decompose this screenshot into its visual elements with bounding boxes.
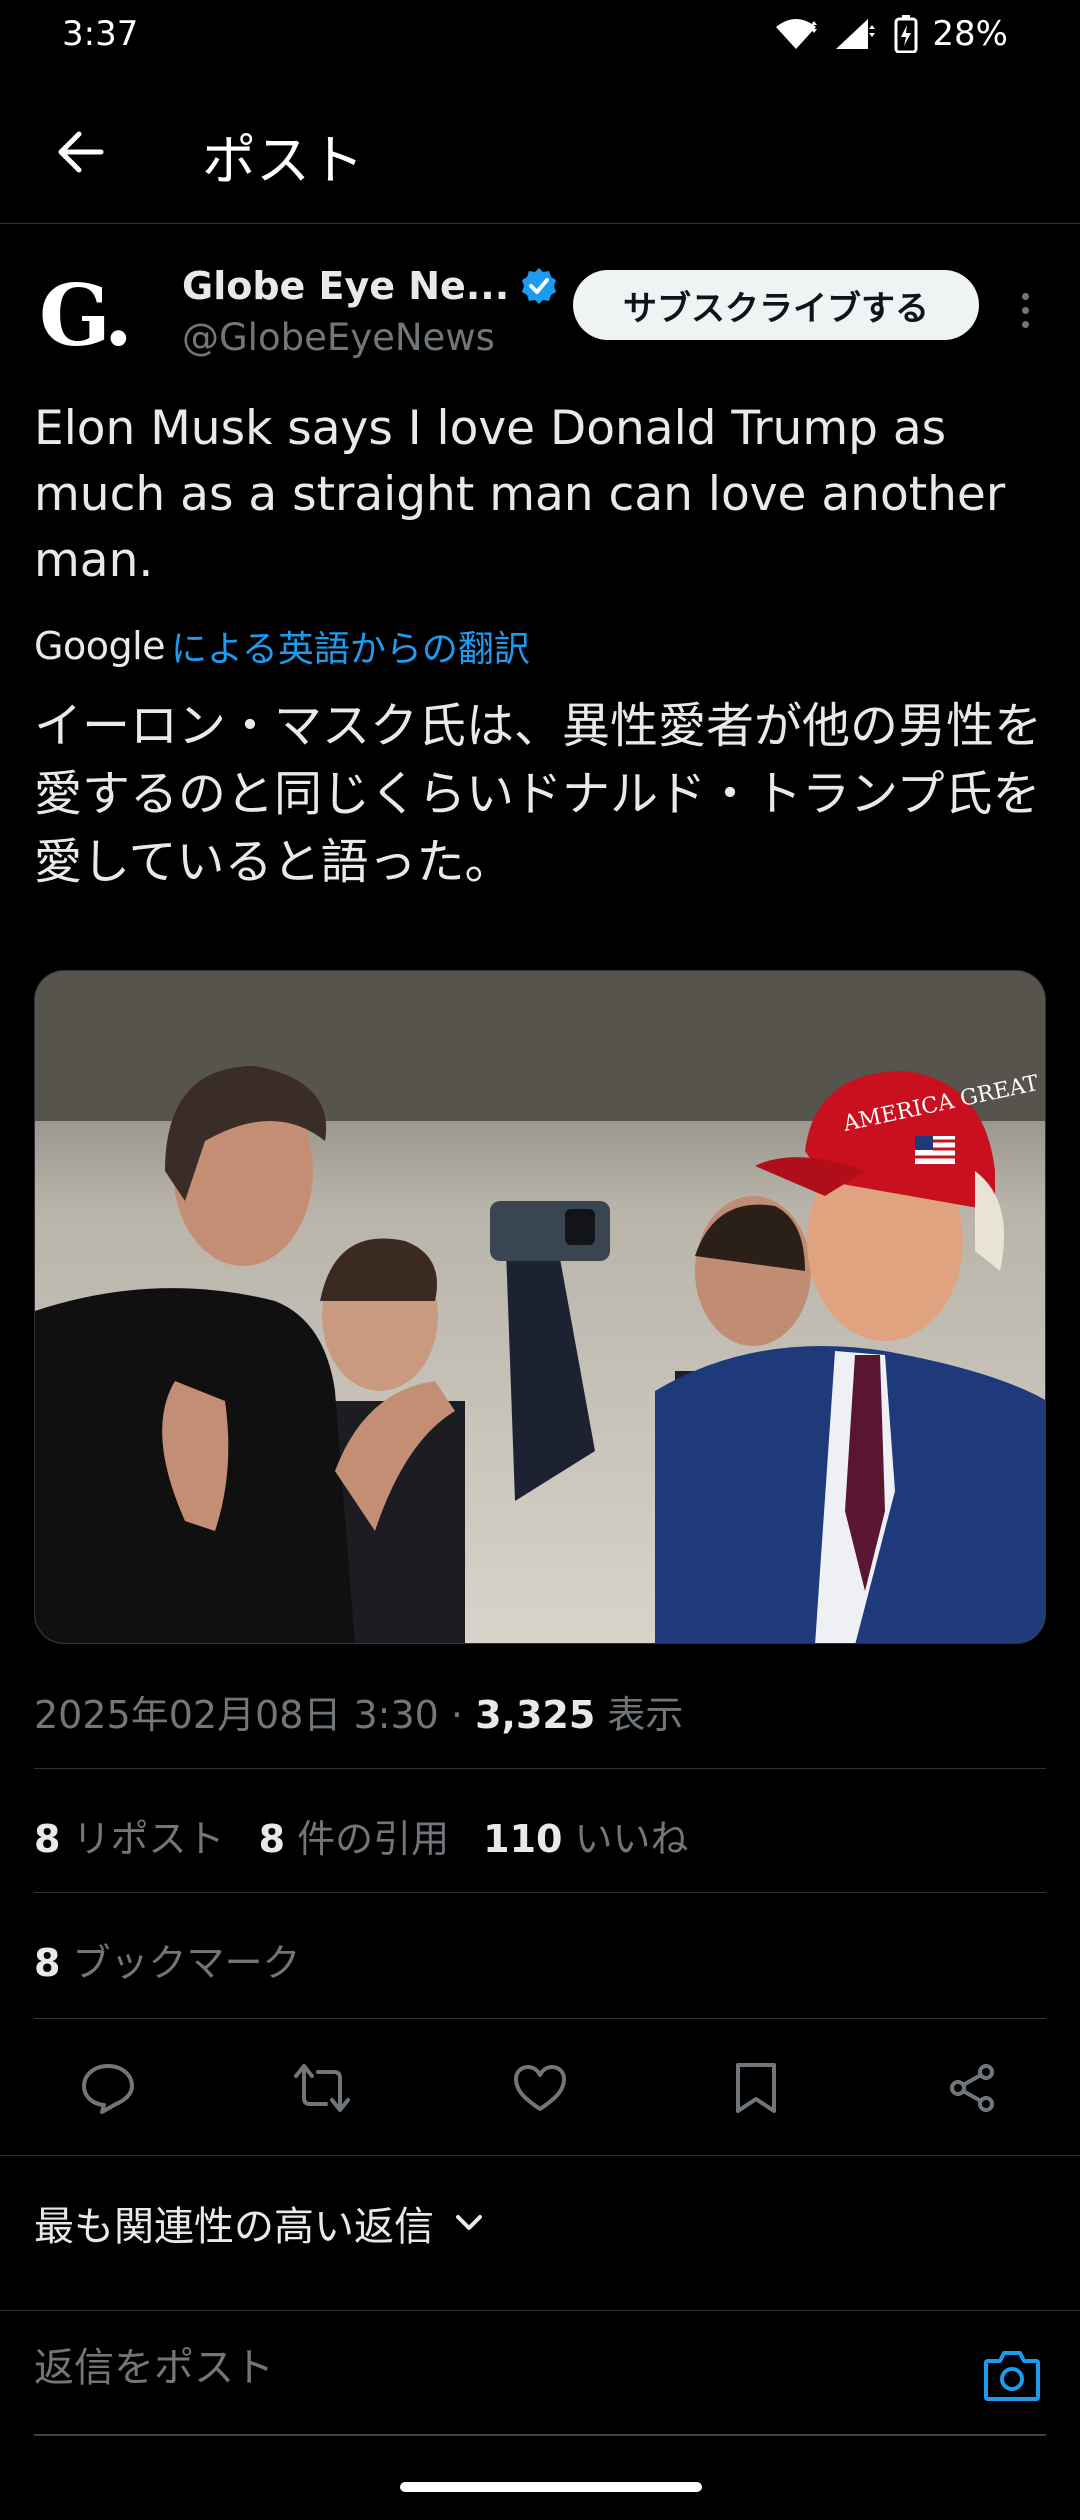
reply-sort-dropdown[interactable]: 最も関連性の高い返信: [34, 2194, 484, 2252]
likes-label: いいね: [574, 1817, 689, 1861]
avatar-logo: G.: [39, 266, 133, 365]
bookmarks-stat[interactable]: 8 ブックマーク: [34, 1932, 301, 1987]
repost-icon: [294, 2064, 350, 2112]
status-bar: 3:37 28%: [0, 0, 1080, 72]
meta-separator: ·: [450, 1693, 464, 1737]
reply-input-underline: [34, 2434, 1046, 2436]
reposts-label: リポスト: [72, 1817, 225, 1861]
back-arrow-icon: [58, 131, 104, 173]
battery-icon: [894, 15, 918, 53]
subscribe-button[interactable]: サブスクライブする: [573, 270, 979, 340]
quotes-count: 8: [258, 1817, 286, 1861]
post-image[interactable]: AMERICA GREAT AGAIN: [34, 970, 1046, 1644]
reply-composer: [0, 2310, 1080, 2438]
divider: [34, 2018, 1046, 2019]
translated-text: イーロン・マスク氏は、異性愛者が他の男性を愛するのと同じくらいドナルド・トランプ…: [34, 698, 1043, 890]
back-button[interactable]: [40, 112, 120, 192]
share-button[interactable]: [940, 2056, 1004, 2120]
bookmark-button[interactable]: [724, 2056, 788, 2120]
post-timestamp-row: 2025年02月08日 3:30 · 3,325 表示: [34, 1684, 683, 1739]
post-datetime: 2025年02月08日 3:30: [34, 1693, 439, 1737]
like-icon: [514, 2065, 566, 2111]
repost-button[interactable]: [290, 2056, 354, 2120]
status-time: 3:37: [62, 14, 139, 54]
likes-count: 110: [483, 1817, 563, 1861]
reply-button[interactable]: [76, 2056, 140, 2120]
divider: [34, 1892, 1046, 1893]
bookmarks-label: ブックマーク: [72, 1941, 301, 1985]
verified-badge-icon: [522, 268, 557, 304]
translation-link[interactable]: による英語からの翻訳: [171, 620, 530, 672]
author-handle[interactable]: @GlobeEyeNews: [182, 316, 495, 359]
views-label: 表示: [607, 1693, 684, 1737]
battery-percent: 28%: [932, 14, 1008, 54]
views-count: 3,325: [475, 1693, 596, 1737]
like-button[interactable]: [508, 2056, 572, 2120]
camera-icon[interactable]: [982, 2347, 1042, 2403]
app-header: ポスト: [0, 72, 1080, 224]
translation-attribution[interactable]: Google による英語からの翻訳: [34, 620, 530, 672]
chevron-down-icon: [456, 2215, 482, 2230]
engagement-stats: 8 リポスト 8 件の引用 110 いいね: [34, 1808, 689, 1863]
likes-stat[interactable]: 110 いいね: [483, 1808, 688, 1863]
post-author: G. Globe Eye Ne... @GlobeEyeNews サブスクライブ…: [0, 224, 1080, 392]
post-text: Elon Musk says I love Donald Trump as mu…: [34, 401, 1006, 588]
page-title: ポスト: [202, 129, 364, 192]
bookmark-icon: [736, 2063, 776, 2113]
status-icons: 28%: [774, 14, 1008, 54]
home-indicator[interactable]: [400, 2482, 702, 2492]
reposts-count: 8: [34, 1817, 61, 1861]
reply-input[interactable]: [34, 2345, 934, 2391]
bookmarks-count: 8: [34, 1941, 61, 1985]
reply-sort-label: 最も関連性の高い返信: [34, 2204, 434, 2250]
divider: [34, 1768, 1046, 1769]
signal-icon: [836, 19, 876, 49]
reply-icon: [82, 2064, 134, 2114]
action-bar: [0, 2020, 1080, 2156]
author-name: Globe Eye Ne...: [182, 264, 510, 308]
quotes-label: 件の引用: [297, 1817, 450, 1861]
google-logo: Google: [34, 624, 166, 668]
quotes-stat[interactable]: 8 件の引用: [259, 1808, 450, 1863]
share-icon: [950, 2064, 994, 2112]
reposts-stat[interactable]: 8 リポスト: [34, 1808, 225, 1863]
more-options-icon[interactable]: [1010, 280, 1040, 340]
avatar[interactable]: G.: [34, 266, 134, 366]
author-name-row[interactable]: Globe Eye Ne...: [182, 264, 559, 308]
wifi-icon: [776, 19, 818, 49]
